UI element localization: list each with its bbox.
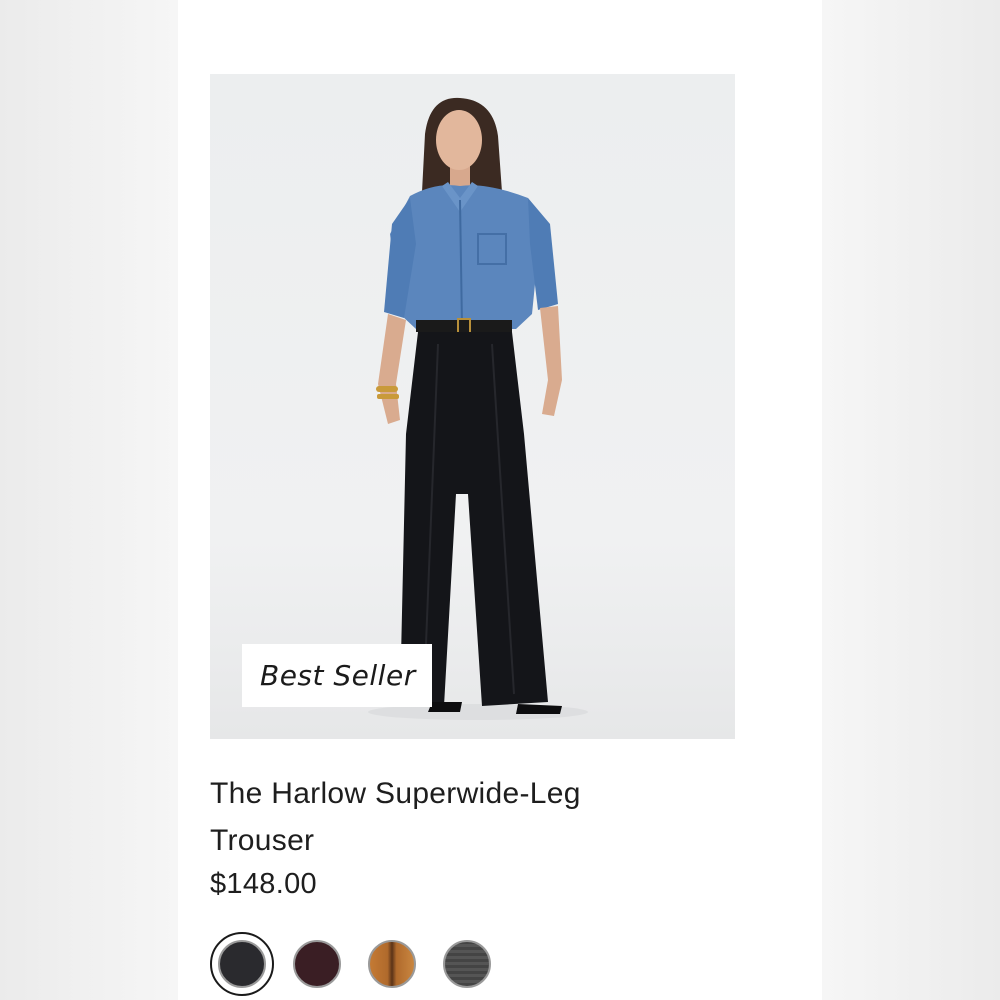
- right-background-panel: [822, 0, 1000, 1000]
- product-price: $148.00: [210, 868, 317, 900]
- color-swatches: [210, 932, 510, 996]
- swatch-black-chip: [218, 940, 266, 988]
- product-title[interactable]: The Harlow Superwide-Leg Trouser: [210, 770, 680, 864]
- swatch-camel[interactable]: [360, 932, 424, 996]
- swatch-burgundy-chip: [293, 940, 341, 988]
- swatch-black[interactable]: [210, 932, 274, 996]
- left-background-panel: [0, 0, 178, 1000]
- model-illustration: [368, 97, 588, 720]
- best-seller-badge-label: Best Seller: [260, 659, 416, 692]
- swatch-camel-chip: [368, 940, 416, 988]
- best-seller-badge: Best Seller: [242, 644, 432, 707]
- product-card: Best Seller The Harlow Superwide-Leg Tro…: [178, 0, 822, 1000]
- swatch-grey-plaid-chip: [443, 940, 491, 988]
- swatch-burgundy[interactable]: [285, 932, 349, 996]
- product-image[interactable]: Best Seller: [210, 74, 735, 739]
- swatch-grey-plaid[interactable]: [435, 932, 499, 996]
